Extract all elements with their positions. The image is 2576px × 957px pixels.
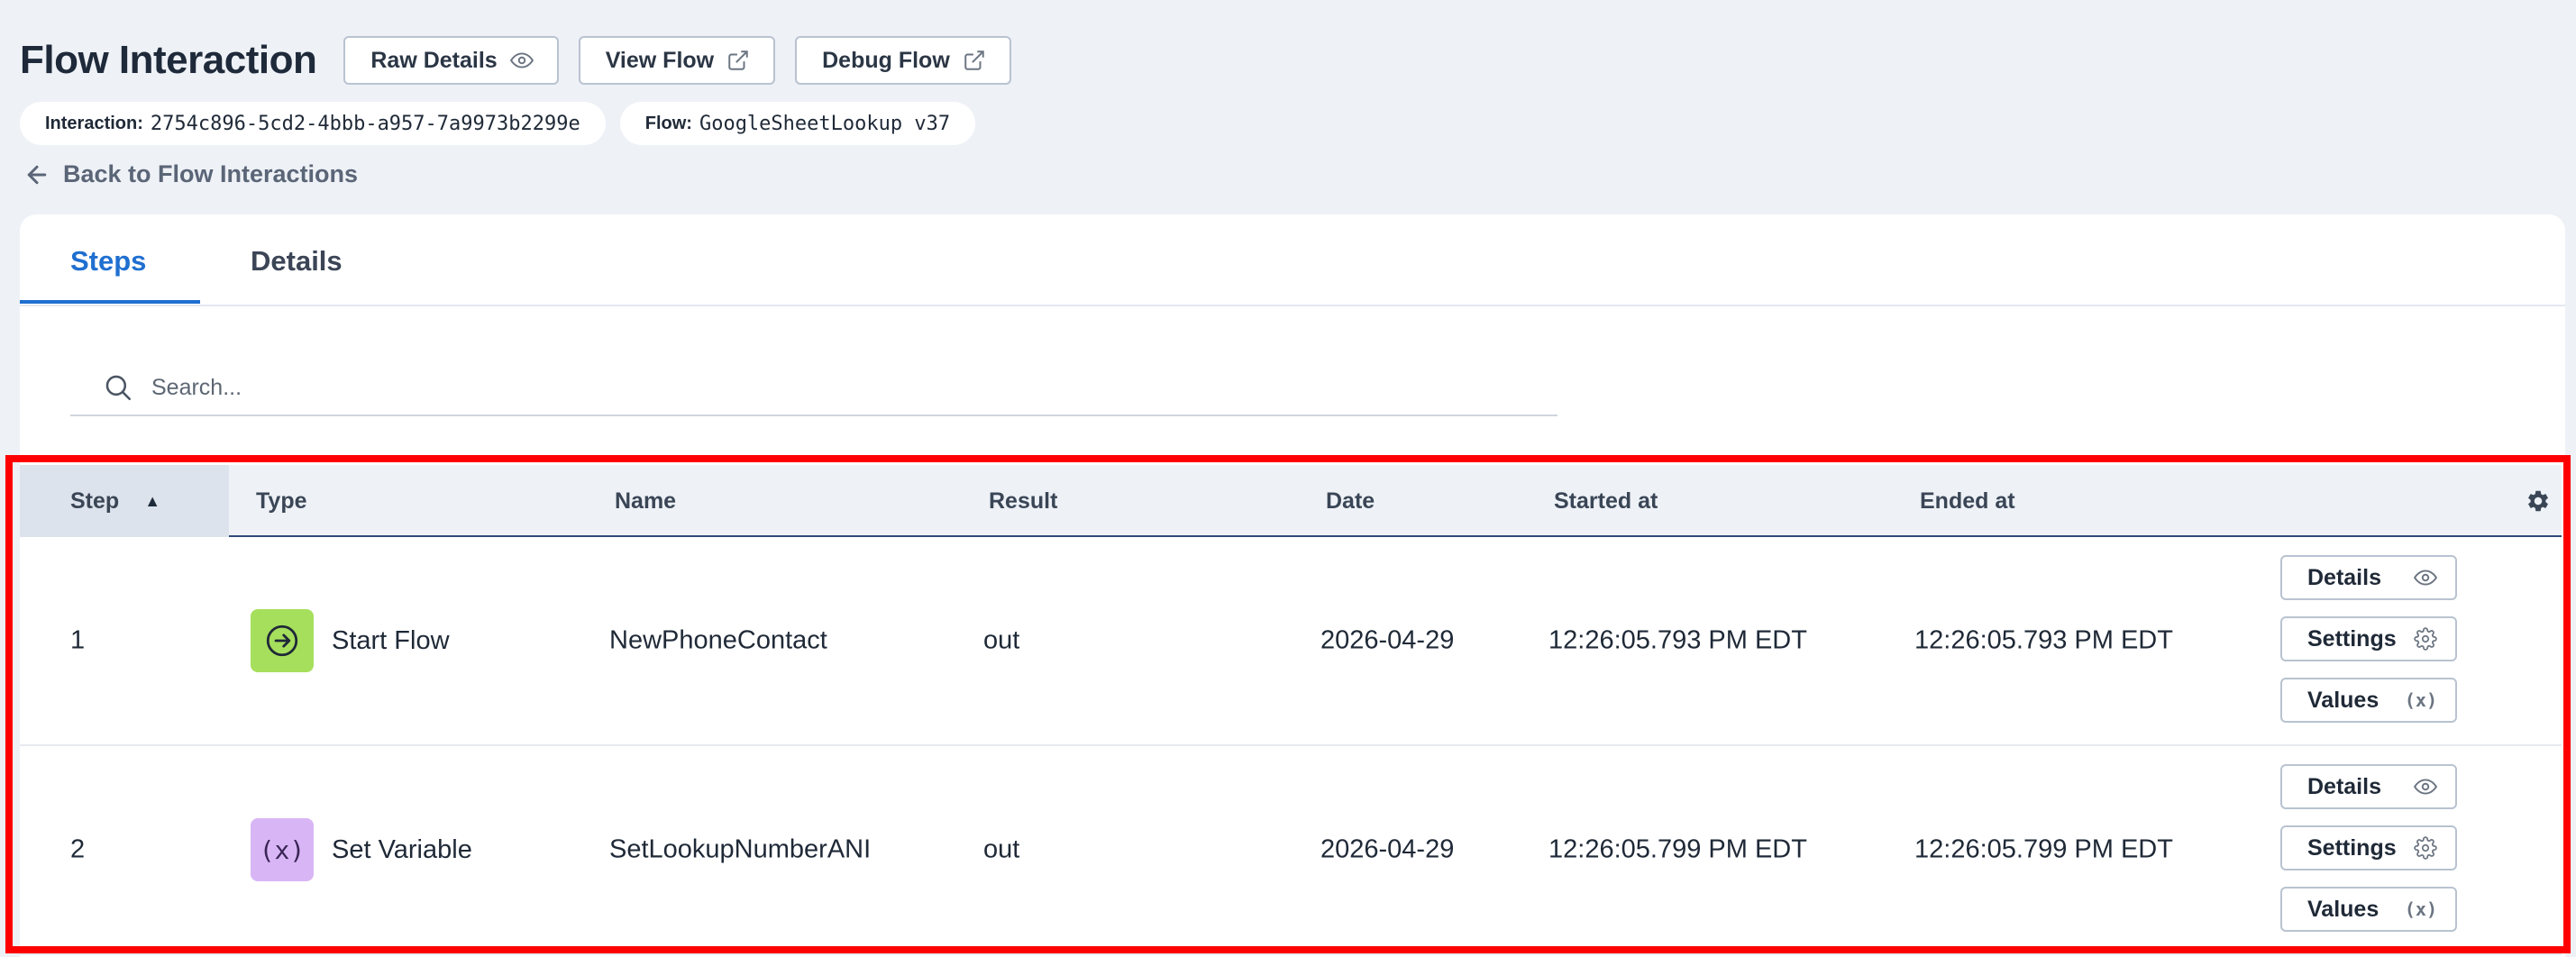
interaction-id: 2754c896-5cd2-4bbb-a957-7a9973b2299e	[150, 112, 580, 135]
active-tab-indicator	[20, 300, 200, 304]
external-link-icon	[728, 50, 748, 70]
cell-started-at: 12:26:05.793 PM EDT	[1548, 625, 1807, 655]
cell-ended-at: 12:26:05.793 PM EDT	[1914, 625, 2173, 655]
details-label: Details	[2307, 564, 2381, 590]
settings-label: Settings	[2307, 834, 2397, 861]
settings-button[interactable]: Settings	[2280, 616, 2457, 661]
cell-step: 2	[70, 834, 86, 864]
details-button[interactable]: Details	[2280, 764, 2457, 809]
start-flow-type-badge	[251, 609, 314, 672]
cell-result: out	[983, 834, 1020, 864]
values-label: Values	[2307, 687, 2380, 713]
debug-flow-button[interactable]: Debug Flow	[795, 36, 1011, 85]
cell-ended-at: 12:26:05.799 PM EDT	[1914, 834, 2173, 864]
details-button[interactable]: Details	[2280, 555, 2457, 600]
flow-name: GoogleSheetLookup v37	[699, 112, 951, 135]
column-header-step[interactable]: Step ▲	[20, 465, 229, 537]
external-link-icon	[964, 50, 984, 70]
cell-date: 2026-04-29	[1320, 834, 1455, 864]
values-label: Values	[2307, 896, 2380, 922]
interaction-pill: Interaction: 2754c896-5cd2-4bbb-a957-7a9…	[20, 102, 606, 145]
set-variable-type-badge: (x)	[251, 818, 314, 881]
steps-table: Step ▲ Type Name Result Date Started at …	[20, 465, 2562, 955]
variable-icon: (x)	[2404, 898, 2437, 920]
steps-card: Steps Details Step ▲ Type Name Result Da…	[20, 214, 2565, 957]
meta-pills: Interaction: 2754c896-5cd2-4bbb-a957-7a9…	[20, 102, 976, 145]
search-icon	[105, 375, 132, 401]
flow-pill: Flow: GoogleSheetLookup v37	[619, 102, 976, 145]
details-label: Details	[2307, 773, 2381, 799]
gear-icon	[2414, 627, 2437, 651]
row-actions: Details Settings Values (x)	[2280, 555, 2457, 723]
arrow-circle-icon	[266, 624, 298, 657]
tab-steps[interactable]: Steps	[70, 245, 146, 278]
flow-label: Flow:	[644, 113, 692, 133]
gear-icon	[2414, 836, 2437, 860]
eye-icon	[2414, 570, 2437, 586]
raw-details-label: Raw Details	[370, 47, 498, 73]
sort-ascending-icon: ▲	[144, 491, 161, 510]
tab-details[interactable]: Details	[251, 245, 343, 278]
arrow-left-icon	[27, 165, 47, 184]
view-flow-label: View Flow	[605, 47, 715, 73]
interaction-label: Interaction:	[45, 113, 143, 133]
debug-flow-label: Debug Flow	[822, 47, 950, 73]
cell-step: 1	[70, 625, 86, 655]
column-header-result[interactable]: Result	[989, 465, 1057, 537]
search-box	[70, 360, 1557, 416]
search-input[interactable]	[151, 374, 1503, 401]
values-button[interactable]: Values (x)	[2280, 887, 2457, 932]
table-row: 2 (x) Set Variable SetLookupNumberANI ou…	[20, 746, 2562, 955]
settings-label: Settings	[2307, 625, 2397, 652]
column-header-ended-at[interactable]: Ended at	[1920, 465, 2015, 537]
cell-type: Start Flow	[251, 609, 450, 672]
raw-details-button[interactable]: Raw Details	[343, 36, 559, 85]
eye-icon	[2414, 779, 2437, 795]
page-header: Flow Interaction Raw Details View Flow D…	[20, 36, 1031, 85]
row-actions: Details Settings Values (x)	[2280, 764, 2457, 932]
cell-type: (x) Set Variable	[251, 818, 472, 881]
column-header-date[interactable]: Date	[1326, 465, 1375, 537]
eye-icon	[509, 52, 534, 68]
cell-date: 2026-04-29	[1320, 625, 1455, 655]
column-settings-gear-icon[interactable]	[2526, 488, 2551, 514]
variable-icon: (x)	[2404, 689, 2437, 711]
table-header: Step ▲ Type Name Result Date Started at …	[20, 465, 2562, 537]
variable-icon: (x)	[259, 834, 306, 865]
tab-bar: Steps Details	[20, 214, 2565, 306]
settings-button[interactable]: Settings	[2280, 825, 2457, 870]
column-header-name[interactable]: Name	[615, 465, 676, 537]
type-label: Set Variable	[332, 834, 472, 864]
cell-name: SetLookupNumberANI	[609, 834, 872, 864]
type-label: Start Flow	[332, 625, 450, 655]
back-link-label: Back to Flow Interactions	[63, 160, 359, 187]
values-button[interactable]: Values (x)	[2280, 678, 2457, 723]
cell-started-at: 12:26:05.799 PM EDT	[1548, 834, 1807, 864]
cell-name: NewPhoneContact	[609, 625, 827, 655]
back-link[interactable]: Back to Flow Interactions	[23, 160, 358, 188]
table-row: 1 Start Flow NewPhoneContact out 2026-04…	[20, 537, 2562, 746]
cell-result: out	[983, 625, 1020, 655]
column-header-type[interactable]: Type	[256, 465, 307, 537]
view-flow-button[interactable]: View Flow	[578, 36, 776, 85]
column-header-started-at[interactable]: Started at	[1554, 465, 1658, 537]
page-title: Flow Interaction	[20, 38, 317, 82]
column-label: Step	[70, 488, 120, 514]
